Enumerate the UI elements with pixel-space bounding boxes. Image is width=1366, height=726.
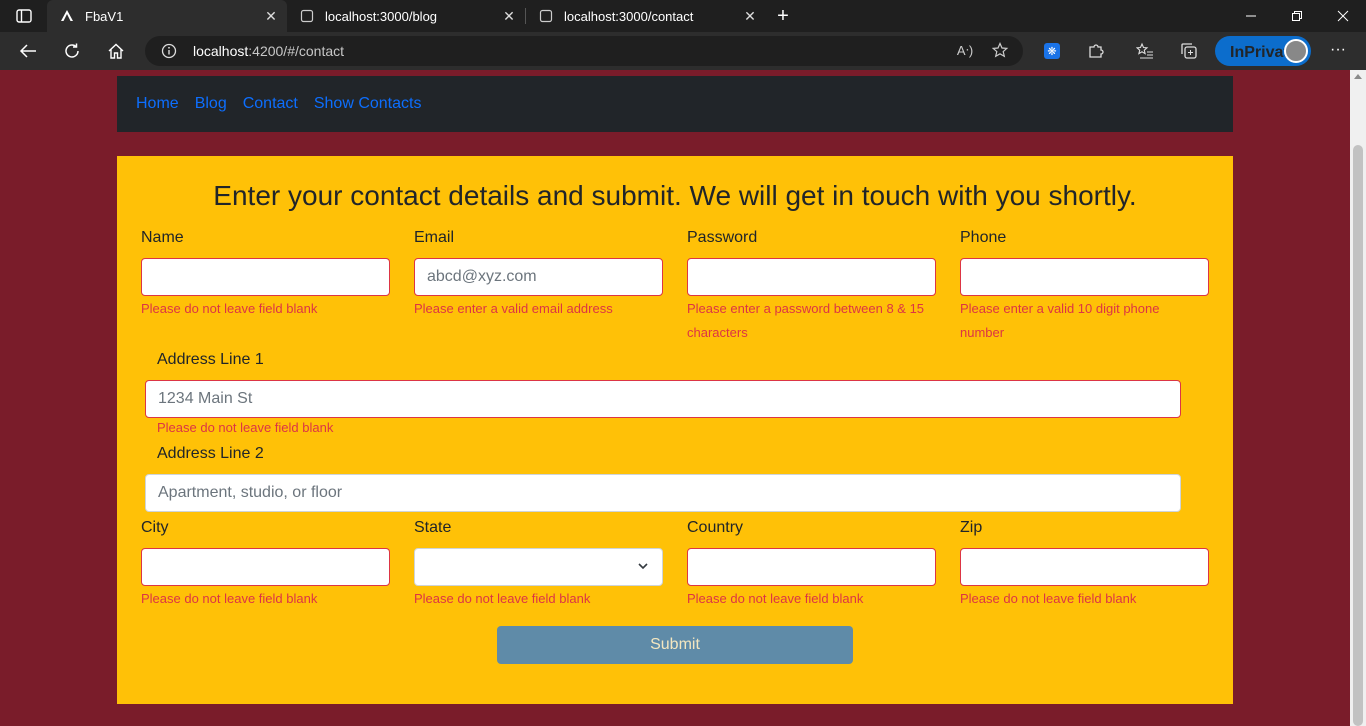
url-path: :4200/#/contact (248, 43, 345, 59)
address1-error: Please do not leave field blank (157, 420, 334, 435)
tab-blog[interactable]: localhost:3000/blog ✕ (287, 0, 525, 32)
phone-label: Phone (960, 229, 1007, 246)
read-aloud-icon[interactable]: Aᐧ) (955, 42, 975, 60)
svg-text:❋: ❋ (1047, 46, 1056, 58)
address2-label: Address Line 2 (157, 445, 264, 462)
url-text: localhost:4200/#/contact (193, 43, 344, 59)
close-icon[interactable]: ✕ (740, 6, 760, 26)
state-error: Please do not leave field blank (414, 591, 591, 606)
avatar (1284, 39, 1308, 63)
collections-icon[interactable] (1178, 41, 1200, 61)
password-error-line2: characters (687, 325, 748, 340)
email-error: Please enter a valid email address (414, 301, 613, 316)
url-host: localhost (193, 43, 249, 59)
tab-title: FbaV1 (85, 8, 124, 24)
angular-icon (59, 8, 75, 24)
close-icon[interactable]: ✕ (499, 6, 519, 26)
name-label: Name (141, 229, 184, 246)
zip-label: Zip (960, 519, 983, 536)
zip-field[interactable] (960, 548, 1209, 586)
email-label: Email (414, 229, 455, 246)
minimize-icon[interactable] (1228, 0, 1274, 32)
phone-error-line2: number (960, 325, 1005, 340)
page-icon (299, 8, 315, 24)
extension-icon[interactable]: ❋ (1041, 41, 1063, 61)
more-options-icon[interactable]: ··· (1328, 41, 1348, 61)
nav-link-blog[interactable]: Blog (195, 95, 227, 113)
tab-fbav1[interactable]: FbaV1 ✕ (47, 0, 287, 32)
close-window-icon[interactable] (1320, 0, 1366, 32)
page-icon (538, 8, 554, 24)
nav-link-show-contacts[interactable]: Show Contacts (314, 95, 422, 113)
back-icon[interactable] (13, 37, 43, 65)
contact-form-card: Enter your contact details and submit. W… (117, 156, 1233, 704)
extensions-puzzle-icon[interactable] (1085, 41, 1107, 61)
city-field[interactable] (141, 548, 390, 586)
state-select[interactable] (414, 548, 663, 586)
tab-contact[interactable]: localhost:3000/contact ✕ (526, 0, 766, 32)
address-bar[interactable]: localhost:4200/#/contact Aᐧ) (145, 36, 1023, 66)
scroll-up-arrow-icon[interactable] (1354, 74, 1362, 79)
name-field[interactable] (141, 258, 390, 296)
home-icon[interactable] (101, 37, 131, 65)
password-field[interactable] (687, 258, 936, 296)
country-error: Please do not leave field blank (687, 591, 864, 606)
new-tab-icon[interactable]: + (772, 5, 794, 27)
password-label: Password (687, 229, 758, 246)
address-toolbar: localhost:4200/#/contact Aᐧ) ❋ InPrivate… (0, 32, 1366, 70)
phone-error-line1: Please enter a valid 10 digit phone (960, 301, 1160, 316)
favorites-icon[interactable] (1134, 41, 1156, 61)
vertical-scrollbar[interactable] (1350, 70, 1366, 726)
address2-field[interactable]: Apartment, studio, or floor (145, 474, 1181, 512)
site-navbar: Home Blog Contact Show Contacts (117, 76, 1233, 132)
address1-label: Address Line 1 (157, 351, 264, 368)
city-error: Please do not leave field blank (141, 591, 318, 606)
browser-tab-strip: FbaV1 ✕ localhost:3000/blog ✕ localhost:… (0, 0, 1366, 32)
scrollbar-thumb[interactable] (1353, 145, 1363, 726)
tab-actions-icon[interactable] (10, 6, 38, 26)
page-viewport: Home Blog Contact Show Contacts Enter yo… (0, 70, 1350, 726)
refresh-icon[interactable] (57, 37, 87, 65)
chevron-down-icon (638, 563, 648, 570)
state-label: State (414, 519, 452, 536)
submit-button[interactable]: Submit (497, 626, 853, 664)
form-heading: Enter your contact details and submit. W… (213, 180, 1137, 211)
phone-field[interactable] (960, 258, 1209, 296)
country-field[interactable] (687, 548, 936, 586)
email-field[interactable]: abcd@xyz.com (414, 258, 663, 296)
name-error: Please do not leave field blank (141, 301, 318, 316)
inprivate-badge[interactable]: InPrivate (1215, 36, 1311, 66)
tab-title: localhost:3000/contact (564, 8, 694, 24)
close-icon[interactable]: ✕ (261, 6, 281, 26)
favorite-add-icon[interactable] (991, 42, 1011, 60)
site-info-icon[interactable] (161, 43, 177, 64)
tab-title: localhost:3000/blog (325, 8, 438, 24)
address1-field[interactable]: 1234 Main St (145, 380, 1181, 418)
nav-link-contact[interactable]: Contact (243, 95, 298, 113)
zip-error: Please do not leave field blank (960, 591, 1137, 606)
password-error-line1: Please enter a password between 8 & 15 (687, 301, 925, 316)
country-label: Country (687, 519, 744, 536)
restore-icon[interactable] (1274, 0, 1320, 32)
city-label: City (141, 519, 169, 536)
nav-link-home[interactable]: Home (136, 95, 179, 113)
